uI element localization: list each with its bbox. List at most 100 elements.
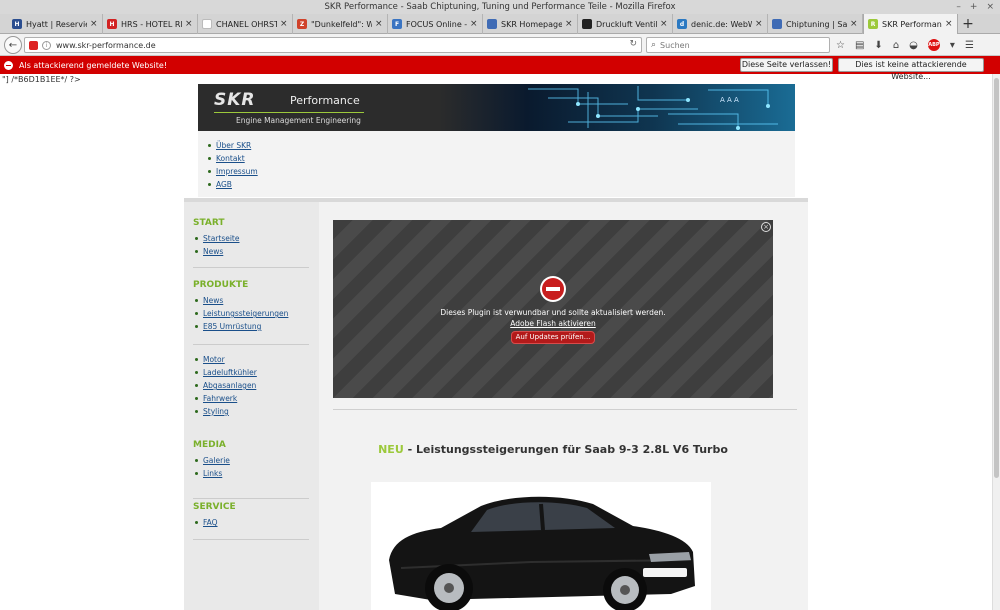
sidebar-item-links[interactable]: Links [195, 467, 230, 480]
download-icon[interactable]: ⬇ [874, 40, 882, 51]
sidebar-item-fahrwerk[interactable]: Fahrwerk [195, 392, 257, 405]
sidebar-link[interactable]: Galerie [203, 456, 230, 465]
browser-tab[interactable]: Z "Dunkelfeld": W...× [293, 14, 388, 34]
dropdown-chevron-icon[interactable]: ▾ [950, 40, 955, 51]
tab-label[interactable]: Druckluft Ventilf... [596, 20, 657, 29]
browser-tab[interactable]: R SKR Performanc...× [863, 14, 958, 34]
activate-flash-link[interactable]: Adobe Flash aktivieren [333, 319, 773, 328]
back-button[interactable]: ← [4, 36, 22, 54]
bookmark-star-icon[interactable]: ☆ [836, 40, 845, 51]
tab-close-icon[interactable]: × [90, 19, 98, 29]
page-scrollbar[interactable] [992, 74, 1000, 610]
url-text[interactable]: www.skr-performance.de [56, 41, 156, 50]
tab-label[interactable]: CHANEL OHRST... [216, 20, 277, 29]
sidebar-item-abgasanlagen[interactable]: Abgasanlagen [195, 379, 257, 392]
adblock-icon[interactable]: ABP [927, 39, 940, 51]
menu-icon[interactable]: ☰ [965, 40, 974, 51]
sidebar-item-ladeluftkuehler[interactable]: Ladeluftkühler [195, 366, 257, 379]
tab-close-icon[interactable]: × [565, 19, 573, 29]
url-bar[interactable]: i www.skr-performance.de ↻ [24, 37, 642, 53]
sidebar-link[interactable]: News [203, 247, 223, 256]
sidebar-link[interactable]: Links [203, 469, 222, 478]
sidebar-link[interactable]: News [203, 296, 223, 305]
search-placeholder[interactable]: Suchen [660, 41, 690, 50]
tab-label[interactable]: Hyatt | Reservie... [26, 20, 87, 29]
minimize-button[interactable]: – [956, 0, 961, 14]
tab-label[interactable]: SKR Homepage ... [501, 20, 562, 29]
sidebar-item-galerie[interactable]: Galerie [195, 454, 230, 467]
reading-list-icon[interactable]: ▤ [855, 40, 864, 51]
new-tab-button[interactable]: + [958, 14, 978, 34]
browser-tab[interactable]: H Hyatt | Reservie...× [8, 14, 103, 34]
tab-close-icon[interactable]: × [470, 19, 478, 29]
info-icon[interactable]: i [42, 40, 51, 50]
sidebar-item-styling[interactable]: Styling [195, 405, 257, 418]
tab-close-icon[interactable]: × [375, 19, 383, 29]
tab-close-icon[interactable]: × [850, 19, 858, 29]
close-plugin-icon[interactable]: × [761, 222, 771, 232]
not-attack-site-button[interactable]: Dies ist keine attackierende Website... [838, 58, 984, 81]
browser-tab[interactable]: Druckluft Ventilf...× [578, 14, 673, 34]
nav-item-ueber-skr[interactable]: Über SKR [208, 139, 258, 152]
bullet-icon [195, 521, 198, 524]
warning-shield-icon[interactable] [29, 40, 38, 50]
tab-close-icon[interactable]: × [185, 19, 193, 29]
scrollbar-thumb[interactable] [994, 78, 999, 478]
tab-close-icon[interactable]: × [280, 19, 288, 29]
plugin-warning-text: Dieses Plugin ist verwundbar und sollte … [440, 308, 666, 317]
leaked-code-text: "] /*B6D1B1EE*/ ?> [2, 75, 81, 84]
window-title: SKR Performance - Saab Chiptuning, Tunin… [324, 2, 676, 12]
browser-tab[interactable]: H HRS - HOTEL RE...× [103, 14, 198, 34]
sidebar-link[interactable]: Startseite [203, 234, 239, 243]
sidebar-link[interactable]: Ladeluftkühler [203, 368, 257, 377]
tab-label[interactable]: FOCUS Online - ... [406, 20, 467, 29]
skr-logo[interactable]: SKR [214, 90, 256, 110]
browser-tab[interactable]: d denic.de: WebW...× [673, 14, 768, 34]
sidebar-link[interactable]: Styling [203, 407, 229, 416]
maximize-button[interactable]: + [970, 0, 978, 14]
tab-favicon-icon: F [392, 19, 402, 29]
sidebar-list-service: FAQ [195, 516, 218, 529]
browser-tab[interactable]: Chiptuning | Sa...× [768, 14, 863, 34]
sidebar-item-startseite[interactable]: Startseite [195, 232, 239, 245]
reload-icon[interactable]: ↻ [629, 39, 637, 49]
nav-link[interactable]: Über SKR [216, 141, 251, 150]
tab-close-icon[interactable]: × [660, 19, 668, 29]
nav-link[interactable]: Impressum [216, 167, 258, 176]
sidebar-link[interactable]: E85 Umrüstung [203, 322, 261, 331]
sidebar-item-e85[interactable]: E85 Umrüstung [195, 320, 288, 333]
browser-tab[interactable]: F FOCUS Online - ...× [388, 14, 483, 34]
search-bar[interactable]: ⌕ Suchen [646, 37, 830, 53]
sidebar-item-faq[interactable]: FAQ [195, 516, 218, 529]
browser-tab[interactable]: CHANEL OHRST...× [198, 14, 293, 34]
sidebar-item-leistungssteigerungen[interactable]: Leistungssteigerungen [195, 307, 288, 320]
sidebar-link[interactable]: Abgasanlagen [203, 381, 256, 390]
sidebar-title-service: SERVICE [193, 502, 236, 512]
leave-site-button[interactable]: Diese Seite verlassen! [740, 58, 833, 72]
blocked-plugin-area[interactable]: × Dieses Plugin ist verwundbar und sollt… [333, 220, 773, 398]
sidebar-item-news-produkte[interactable]: News [195, 294, 288, 307]
browser-tab[interactable]: SKR Homepage ...× [483, 14, 578, 34]
tab-close-icon[interactable]: × [755, 19, 763, 29]
tab-label[interactable]: SKR Performanc... [882, 20, 942, 29]
tab-label[interactable]: HRS - HOTEL RE... [121, 20, 182, 29]
tab-close-icon[interactable]: × [945, 19, 953, 29]
nav-item-kontakt[interactable]: Kontakt [208, 152, 258, 165]
nav-link[interactable]: AGB [216, 180, 232, 189]
nav-item-agb[interactable]: AGB [208, 178, 258, 191]
check-updates-button[interactable]: Auf Updates prüfen... [511, 331, 595, 344]
sidebar-link[interactable]: Fahrwerk [203, 394, 237, 403]
nav-item-impressum[interactable]: Impressum [208, 165, 258, 178]
sidebar-item-news[interactable]: News [195, 245, 239, 258]
nav-link[interactable]: Kontakt [216, 154, 245, 163]
close-window-button[interactable]: × [986, 0, 994, 14]
tab-label[interactable]: Chiptuning | Sa... [786, 20, 847, 29]
pocket-icon[interactable]: ◒ [909, 40, 918, 51]
sidebar-link[interactable]: Leistungssteigerungen [203, 309, 288, 318]
home-icon[interactable]: ⌂ [893, 40, 899, 51]
tab-label[interactable]: "Dunkelfeld": W... [311, 20, 372, 29]
tab-label[interactable]: denic.de: WebW... [691, 20, 752, 29]
sidebar-link[interactable]: FAQ [203, 518, 218, 527]
sidebar-item-motor[interactable]: Motor [195, 353, 257, 366]
sidebar-link[interactable]: Motor [203, 355, 225, 364]
